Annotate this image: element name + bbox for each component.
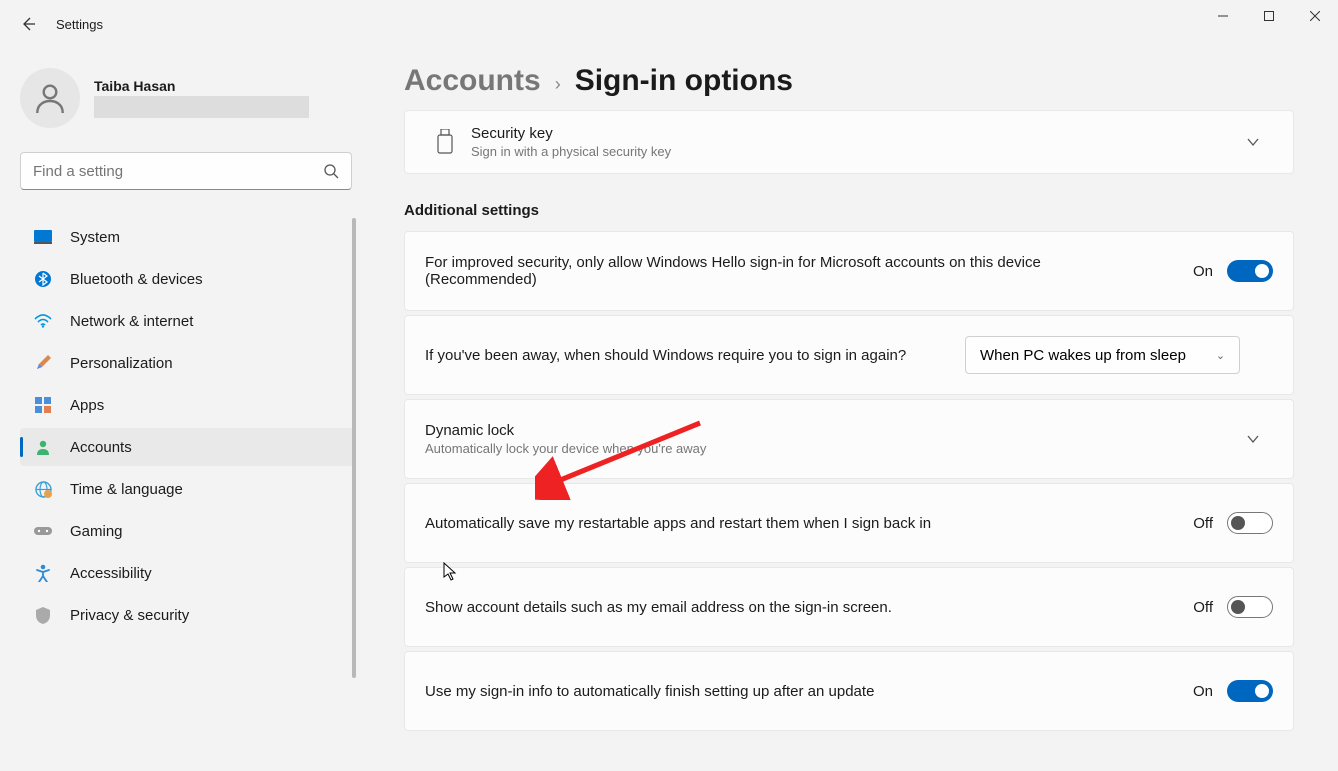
search-box[interactable] bbox=[20, 152, 352, 190]
row-text: Use my sign-in info to automatically fin… bbox=[425, 683, 1173, 700]
sidebar-item-personalization[interactable]: Personalization bbox=[20, 344, 354, 382]
sidebar-item-label: Personalization bbox=[70, 355, 173, 372]
search-icon bbox=[323, 163, 339, 179]
avatar bbox=[20, 68, 80, 128]
chevron-down-icon bbox=[1233, 135, 1273, 149]
accessibility-icon bbox=[34, 564, 52, 582]
chevron-down-icon bbox=[1233, 432, 1273, 446]
row-title: Security key bbox=[471, 125, 1213, 142]
shield-icon bbox=[34, 606, 52, 624]
profile-name: Taiba Hasan bbox=[94, 78, 309, 94]
security-key-row[interactable]: Security key Sign in with a physical sec… bbox=[404, 110, 1294, 174]
back-button[interactable] bbox=[8, 16, 48, 32]
paintbrush-icon bbox=[34, 354, 52, 372]
sidebar-item-time-language[interactable]: Time & language bbox=[20, 470, 354, 508]
away-require-dropdown[interactable]: When PC wakes up from sleep ⌄ bbox=[965, 336, 1240, 374]
profile-email-redacted bbox=[94, 96, 309, 118]
row-text: Show account details such as my email ad… bbox=[425, 599, 1173, 616]
sidebar-item-label: System bbox=[70, 229, 120, 246]
sidebar-item-label: Accounts bbox=[70, 439, 132, 456]
chevron-right-icon: › bbox=[555, 74, 561, 95]
restart-apps-toggle[interactable] bbox=[1227, 512, 1273, 534]
signin-info-row: Use my sign-in info to automatically fin… bbox=[404, 651, 1294, 731]
sidebar-item-label: Network & internet bbox=[70, 313, 193, 330]
sidebar-item-label: Accessibility bbox=[70, 565, 152, 582]
restart-apps-row: Automatically save my restartable apps a… bbox=[404, 483, 1294, 563]
sidebar-item-apps[interactable]: Apps bbox=[20, 386, 354, 424]
maximize-button[interactable] bbox=[1246, 0, 1292, 32]
sidebar-item-system[interactable]: System bbox=[20, 218, 354, 256]
usb-key-icon bbox=[425, 129, 465, 155]
sidebar-item-network[interactable]: Network & internet bbox=[20, 302, 354, 340]
row-text: Automatically save my restartable apps a… bbox=[425, 515, 1173, 532]
hello-only-row: For improved security, only allow Window… bbox=[404, 231, 1294, 311]
sidebar-item-label: Privacy & security bbox=[70, 607, 189, 624]
arrow-left-icon bbox=[20, 16, 36, 32]
breadcrumb: Accounts › Sign-in options bbox=[404, 64, 1294, 98]
toggle-state: On bbox=[1193, 263, 1213, 280]
chevron-down-icon: ⌄ bbox=[1216, 349, 1225, 362]
account-details-row: Show account details such as my email ad… bbox=[404, 567, 1294, 647]
row-desc: Sign in with a physical security key bbox=[471, 144, 1213, 159]
toggle-state: On bbox=[1193, 683, 1213, 700]
profile-block[interactable]: Taiba Hasan bbox=[20, 68, 354, 128]
sidebar-item-label: Apps bbox=[70, 397, 104, 414]
signin-info-toggle[interactable] bbox=[1227, 680, 1273, 702]
dropdown-value: When PC wakes up from sleep bbox=[980, 347, 1186, 364]
row-desc: Automatically lock your device when you'… bbox=[425, 441, 1213, 456]
sidebar: Taiba Hasan System Bluetooth & devices N… bbox=[0, 48, 360, 771]
sidebar-scrollbar[interactable] bbox=[352, 218, 356, 678]
sidebar-item-label: Gaming bbox=[70, 523, 123, 540]
page-title: Sign-in options bbox=[575, 64, 793, 98]
app-title: Settings bbox=[56, 17, 103, 32]
sidebar-item-label: Time & language bbox=[70, 481, 183, 498]
nav-list: System Bluetooth & devices Network & int… bbox=[20, 218, 354, 634]
account-details-toggle[interactable] bbox=[1227, 596, 1273, 618]
section-header: Additional settings bbox=[404, 202, 1294, 219]
toggle-state: Off bbox=[1193, 515, 1213, 532]
row-text: If you've been away, when should Windows… bbox=[425, 347, 945, 364]
hello-only-toggle[interactable] bbox=[1227, 260, 1273, 282]
person-icon bbox=[34, 438, 52, 456]
minimize-button[interactable] bbox=[1200, 0, 1246, 32]
system-icon bbox=[34, 228, 52, 246]
sidebar-item-accounts[interactable]: Accounts bbox=[20, 428, 354, 466]
search-input[interactable] bbox=[33, 163, 323, 180]
title-bar: Settings bbox=[0, 0, 1338, 48]
row-title: Dynamic lock bbox=[425, 422, 1213, 439]
sidebar-item-privacy[interactable]: Privacy & security bbox=[20, 596, 354, 634]
sidebar-item-bluetooth[interactable]: Bluetooth & devices bbox=[20, 260, 354, 298]
toggle-state: Off bbox=[1193, 599, 1213, 616]
sidebar-item-label: Bluetooth & devices bbox=[70, 271, 203, 288]
sidebar-item-gaming[interactable]: Gaming bbox=[20, 512, 354, 550]
profile-info: Taiba Hasan bbox=[94, 78, 309, 118]
dynamic-lock-row[interactable]: Dynamic lock Automatically lock your dev… bbox=[404, 399, 1294, 479]
sidebar-item-accessibility[interactable]: Accessibility bbox=[20, 554, 354, 592]
content-pane: Accounts › Sign-in options Security key … bbox=[380, 48, 1318, 771]
window-controls bbox=[1200, 0, 1338, 32]
globe-clock-icon bbox=[34, 480, 52, 498]
breadcrumb-parent[interactable]: Accounts bbox=[404, 64, 541, 98]
wifi-icon bbox=[34, 312, 52, 330]
gamepad-icon bbox=[34, 522, 52, 540]
apps-icon bbox=[34, 396, 52, 414]
row-text: For improved security, only allow Window… bbox=[425, 254, 1065, 288]
bluetooth-icon bbox=[34, 270, 52, 288]
close-button[interactable] bbox=[1292, 0, 1338, 32]
away-require-row: If you've been away, when should Windows… bbox=[404, 315, 1294, 395]
